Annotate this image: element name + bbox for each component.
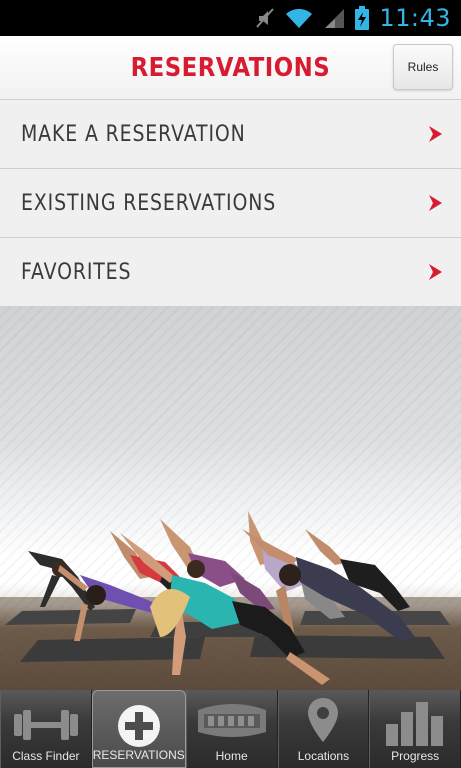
wifi-icon (285, 7, 313, 29)
page-title: RESERVATIONS (130, 52, 331, 83)
nav-reservations[interactable]: RESERVATIONS (91, 690, 186, 768)
menu-item-favorites[interactable]: FAVORITES (0, 238, 461, 307)
menu-item-label: EXISTING RESERVATIONS (21, 190, 277, 216)
map-pin-icon (308, 698, 339, 742)
chevron-right-icon (429, 195, 442, 211)
app-header: RESERVATIONS Rules (0, 36, 461, 100)
signal-icon (323, 7, 345, 29)
menu-item-existing-reservations[interactable]: EXISTING RESERVATIONS (0, 169, 461, 238)
nav-label: RESERVATIONS (92, 748, 185, 762)
reservations-menu: MAKE A RESERVATION EXISTING RESERVATIONS… (0, 100, 461, 307)
menu-item-label: FAVORITES (21, 259, 132, 285)
menu-item-make-reservation[interactable]: MAKE A RESERVATION (0, 100, 461, 169)
nav-label: Progress (391, 749, 440, 763)
nav-progress[interactable]: Progress (369, 690, 461, 768)
crunch-logo-icon (197, 704, 266, 737)
nav-class-finder[interactable]: Class Finder (0, 690, 92, 768)
chevron-right-icon (429, 264, 442, 280)
bar-chart-icon (386, 702, 444, 746)
nav-label: Locations (297, 749, 350, 763)
menu-item-label: MAKE A RESERVATION (21, 121, 246, 147)
nav-locations[interactable]: Locations (277, 690, 370, 768)
bottom-nav: Class Finder RESERVATIONS Home Locations (0, 690, 461, 768)
nav-label: Class Finder (12, 749, 80, 763)
mute-icon (255, 7, 275, 29)
yoga-class-photo (0, 307, 461, 690)
status-clock: 11:43 (379, 4, 451, 32)
nav-label: Home (215, 749, 248, 763)
rules-button[interactable]: Rules (393, 44, 453, 90)
battery-charging-icon (355, 6, 370, 30)
plus-circle-icon (117, 705, 160, 747)
yoga-illustration (0, 511, 461, 690)
nav-home[interactable]: Home (185, 690, 278, 768)
dumbbell-icon (13, 710, 78, 740)
chevron-right-icon (429, 126, 442, 142)
status-bar: 11:43 (0, 0, 461, 36)
